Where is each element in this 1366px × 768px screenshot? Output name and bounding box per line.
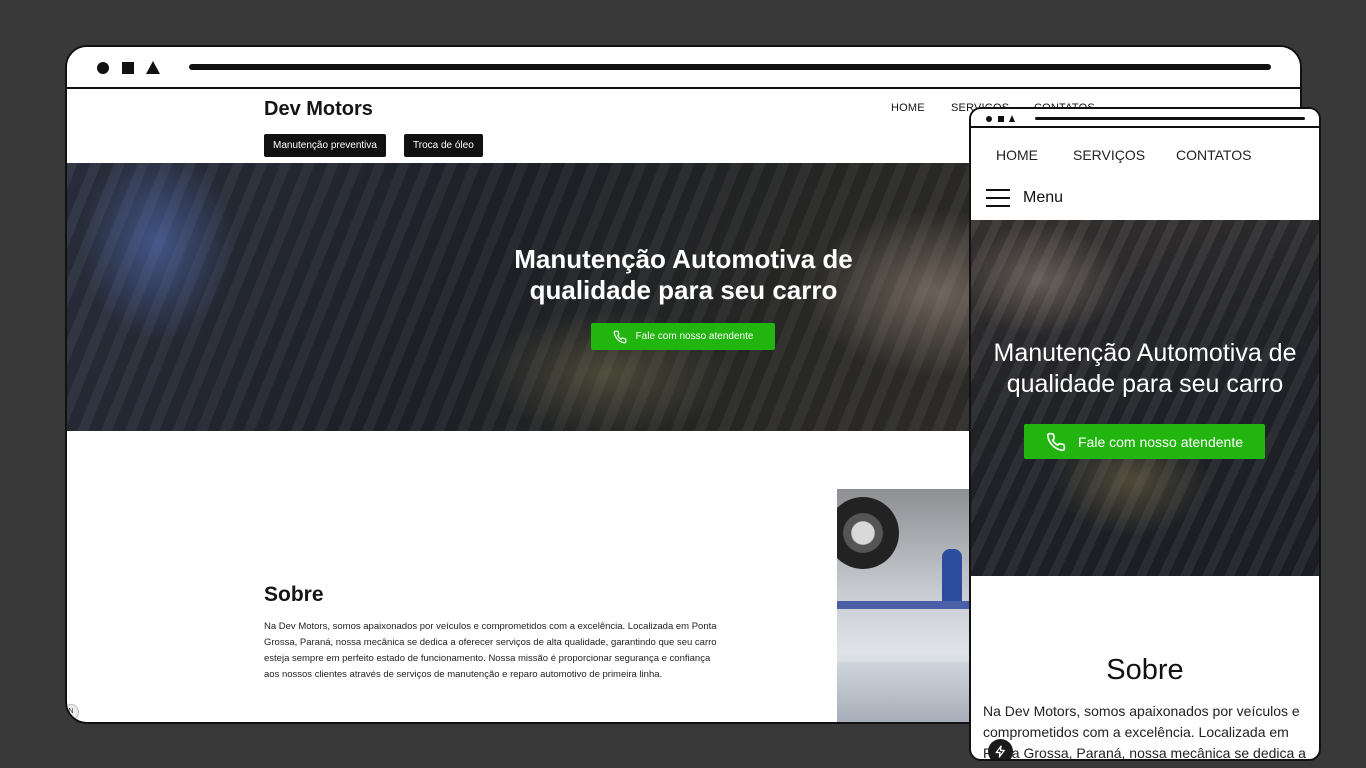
contact-attendant-button[interactable]: Fale com nosso atendente [591, 323, 775, 350]
mobile-about-title: Sobre [1106, 654, 1184, 686]
floor-graphic [837, 662, 977, 722]
mobile-nav-servicos[interactable]: SERVIÇOS [1073, 147, 1145, 163]
mobile-nav-contatos[interactable]: CONTATOS [1176, 147, 1251, 163]
cta-label: Fale com nosso atendente [635, 331, 754, 342]
circle-icon [986, 116, 992, 122]
triangle-icon [1009, 115, 1015, 122]
mobile-menu-toggle[interactable]: Menu [986, 189, 1063, 207]
mobile-hero-banner: Manutenção Automotiva de qualidade para … [971, 220, 1319, 576]
address-bar[interactable] [189, 64, 1271, 70]
mobile-address-bar[interactable] [1035, 117, 1305, 120]
service-pill-troca-oleo[interactable]: Troca de óleo [404, 134, 483, 157]
mobile-browser-window: HOME SERVIÇOS CONTATOS Menu Manutenção A… [969, 107, 1321, 761]
nav-home[interactable]: HOME [891, 102, 925, 114]
triangle-icon [146, 61, 160, 74]
about-title: Sobre [264, 583, 324, 606]
menu-label: Menu [1023, 189, 1064, 206]
mobile-cta-label: Fale com nosso atendente [1078, 433, 1243, 450]
tire-graphic [837, 497, 899, 569]
service-pill-manutencao[interactable]: Manutenção preventiva [264, 134, 386, 157]
mobile-hero-title-line-2: qualidade para seu carro [1006, 370, 1284, 398]
about-text: Na Dev Motors, somos apaixonados por veí… [264, 621, 717, 680]
square-icon [122, 62, 134, 74]
mechanic-graphic [942, 549, 962, 609]
mobile-nav-home[interactable]: HOME [996, 147, 1038, 163]
mechanic-photo [837, 489, 977, 722]
square-icon [998, 116, 1004, 122]
mobile-hero-title: Manutenção Automotiva de qualidade para … [971, 338, 1319, 400]
phone-icon [613, 330, 626, 343]
browser-toolbar [67, 47, 1300, 89]
circle-icon [97, 62, 109, 74]
mobile-hero-title-line-1: Manutenção Automotiva de [993, 339, 1297, 367]
bolt-icon[interactable] [988, 739, 1013, 759]
mobile-browser-toolbar [971, 109, 1319, 128]
brand-logo[interactable]: Dev Motors [264, 98, 373, 121]
phone-icon [1046, 432, 1066, 451]
lift-graphic [837, 601, 977, 609]
hamburger-menu-icon [986, 189, 1010, 207]
mobile-about-text: Na Dev Motors, somos apaixonados por veí… [983, 703, 1306, 761]
mobile-contact-attendant-button[interactable]: Fale com nosso atendente [1024, 424, 1265, 459]
